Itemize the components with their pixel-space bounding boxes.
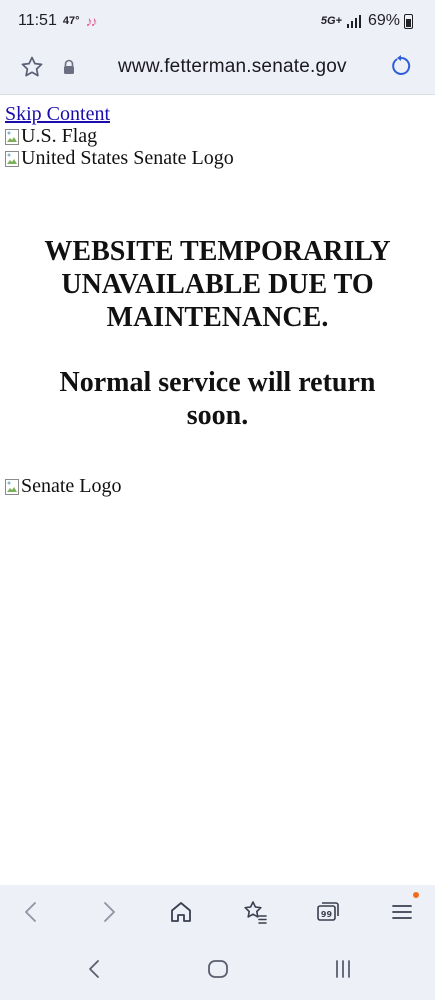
heading-line: UNAVAILABLE DUE TO — [61, 269, 374, 300]
broken-image-icon — [5, 128, 19, 145]
tiktok-notification-icon: ♪♪ — [85, 13, 98, 29]
forward-icon[interactable] — [95, 899, 121, 925]
footer-logo-alt-text: Senate Logo — [21, 475, 122, 497]
svg-text:99: 99 — [321, 910, 333, 919]
system-home-icon[interactable] — [205, 956, 231, 982]
browser-toolbar: www.fetterman.senate.gov — [0, 40, 435, 95]
system-recents-icon[interactable] — [330, 956, 356, 982]
message-line: soon. — [186, 400, 249, 431]
bookmarks-icon[interactable] — [242, 899, 268, 925]
system-navigation-bar — [0, 940, 435, 1000]
address-bar[interactable]: www.fetterman.senate.gov — [118, 56, 347, 78]
us-flag-image: U.S. Flag — [5, 125, 97, 148]
maintenance-heading: WEBSITE TEMPORARILY UNAVAILABLE DUE TO M… — [0, 235, 435, 334]
message-line: Normal service will return — [59, 367, 376, 398]
temperature: 47° — [62, 15, 80, 27]
reload-icon[interactable] — [389, 54, 413, 78]
menu-icon[interactable] — [389, 899, 415, 925]
bookmark-star-icon[interactable] — [20, 55, 44, 79]
status-bar: 11:51 47° ♪♪ 5G+ 69% — [0, 0, 435, 40]
lock-icon[interactable] — [62, 59, 76, 75]
system-back-icon[interactable] — [82, 956, 108, 982]
battery-percent: 69% — [367, 12, 400, 29]
notification-dot — [413, 892, 419, 898]
status-right: 5G+ 69% — [321, 12, 413, 30]
broken-image-icon — [5, 478, 19, 495]
broken-image-icon — [5, 150, 19, 167]
senate-logo-alt-text: United States Senate Logo — [21, 147, 234, 169]
browser-bottom-toolbar: 99 — [0, 885, 435, 940]
tabs-icon[interactable]: 99 — [315, 899, 341, 925]
battery-icon — [404, 13, 413, 29]
network-type: 5G+ — [320, 15, 342, 27]
status-left: 11:51 47° ♪♪ — [18, 12, 98, 30]
heading-line: MAINTENANCE. — [106, 302, 329, 333]
footer-senate-logo-image: Senate Logo — [5, 475, 122, 498]
us-flag-alt-text: U.S. Flag — [21, 125, 98, 147]
page-content: Skip Content U.S. Flag United States Sen… — [0, 95, 435, 885]
clock: 11:51 — [18, 12, 57, 29]
service-message: Normal service will return soon. — [0, 366, 435, 432]
back-icon[interactable] — [19, 899, 45, 925]
skip-content-link[interactable]: Skip Content — [5, 103, 110, 126]
senate-logo-image: United States Senate Logo — [5, 147, 234, 170]
signal-icon — [346, 15, 361, 28]
heading-line: WEBSITE TEMPORARILY — [44, 236, 391, 267]
home-icon[interactable] — [168, 899, 194, 925]
